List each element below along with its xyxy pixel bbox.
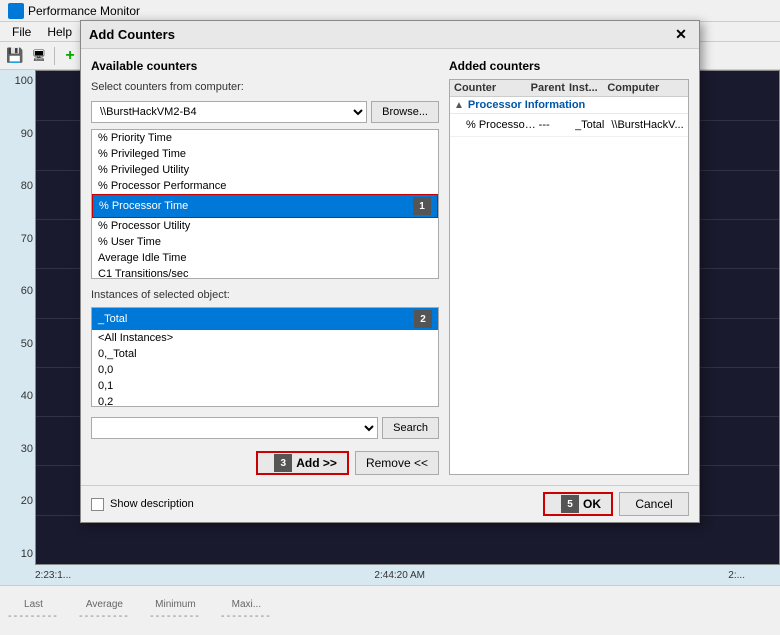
instances-list[interactable]: _Total 2 <All Instances> 0,_Total 0,0 0,…: [91, 307, 439, 407]
table-data-row-processor-time: % Processor Time 4 --- _Total \\BurstHac…: [450, 114, 688, 137]
badge-5: 5: [561, 495, 579, 513]
search-select[interactable]: [91, 417, 378, 439]
badge-1: 1: [413, 197, 431, 215]
select-computer-label: Select counters from computer:: [91, 81, 439, 93]
add-btn-label: Add >>: [296, 456, 337, 470]
col-parent: Parent: [531, 82, 569, 94]
col-inst: Inst...: [569, 82, 607, 94]
cancel-button[interactable]: Cancel: [619, 492, 689, 516]
counter-privileged-time[interactable]: % Privileged Time: [92, 146, 438, 162]
show-desc-label: Show description: [110, 498, 194, 510]
added-counters-label: Added counters: [449, 59, 689, 73]
counters-list[interactable]: % Priority Time % Privileged Time % Priv…: [91, 129, 439, 279]
cell-parent: ---: [539, 119, 575, 131]
cell-computer: \\BurstHackV...: [611, 119, 684, 131]
browse-button[interactable]: Browse...: [371, 101, 439, 123]
counter-processor-time[interactable]: % Processor Time 1: [92, 194, 438, 218]
col-computer: Computer: [607, 82, 684, 94]
instance-0-1[interactable]: 0,1: [92, 378, 438, 394]
ok-button[interactable]: 5 OK: [543, 492, 613, 516]
dialog-title-bar: Add Counters ✕: [81, 21, 699, 49]
instance-0-0[interactable]: 0,0: [92, 362, 438, 378]
show-desc-checkbox[interactable]: [91, 498, 104, 511]
instance-0-2[interactable]: 0,2: [92, 394, 438, 407]
computer-select-row: \\BurstHackVM2-B4 Browse...: [91, 101, 439, 123]
show-desc-row: Show description: [91, 494, 194, 515]
added-counters-table: Counter Parent Inst... Computer ▲ Proces…: [449, 79, 689, 475]
action-row: 3 Add >> Remove <<: [91, 451, 439, 475]
search-button[interactable]: Search: [382, 417, 439, 439]
remove-button[interactable]: Remove <<: [355, 451, 439, 475]
add-counters-dialog: Add Counters ✕ Available counters Select…: [80, 20, 700, 523]
counter-processor-utility[interactable]: % Processor Utility: [92, 218, 438, 234]
badge-2: 2: [414, 310, 432, 328]
cell-instance: _Total: [575, 119, 611, 131]
available-counters-label: Available counters: [91, 59, 439, 73]
cell-counter-name: % Processor Time 4: [466, 116, 539, 134]
instance-0-total[interactable]: 0,_Total: [92, 346, 438, 362]
dialog-title: Add Counters: [89, 27, 175, 42]
counter-c1-trans[interactable]: C1 Transitions/sec: [92, 266, 438, 279]
instances-label: Instances of selected object:: [91, 289, 439, 301]
left-panel: Available counters Select counters from …: [91, 59, 439, 475]
col-counter: Counter: [454, 82, 531, 94]
ok-btn-label: OK: [583, 497, 601, 511]
computer-select[interactable]: \\BurstHackVM2-B4: [91, 101, 367, 123]
instance-total-label: _Total: [98, 313, 127, 325]
table-group-processor-info: ▲ Processor Information: [450, 97, 688, 114]
expand-icon: ▲: [454, 100, 464, 111]
instance-all[interactable]: <All Instances>: [92, 330, 438, 346]
counter-processor-time-label: % Processor Time: [99, 200, 188, 212]
dialog-footer: Show description 5 OK Cancel: [81, 485, 699, 522]
dialog-close-button[interactable]: ✕: [671, 25, 691, 45]
counter-priority-time[interactable]: % Priority Time: [92, 130, 438, 146]
instance-total[interactable]: _Total 2: [92, 308, 438, 330]
right-panel: Added counters Counter Parent Inst... Co…: [449, 59, 689, 475]
counter-processor-performance[interactable]: % Processor Performance: [92, 178, 438, 194]
add-button[interactable]: 3 Add >>: [256, 451, 349, 475]
counter-user-time[interactable]: % User Time: [92, 234, 438, 250]
group-name: Processor Information: [468, 99, 585, 111]
dialog-overlay: Add Counters ✕ Available counters Select…: [0, 0, 780, 615]
dialog-body: Available counters Select counters from …: [81, 49, 699, 485]
badge-3: 3: [274, 454, 292, 472]
table-header: Counter Parent Inst... Computer: [450, 80, 688, 97]
counter-privileged-utility[interactable]: % Privileged Utility: [92, 162, 438, 178]
counter-avg-idle[interactable]: Average Idle Time: [92, 250, 438, 266]
search-row: Search: [91, 417, 439, 439]
